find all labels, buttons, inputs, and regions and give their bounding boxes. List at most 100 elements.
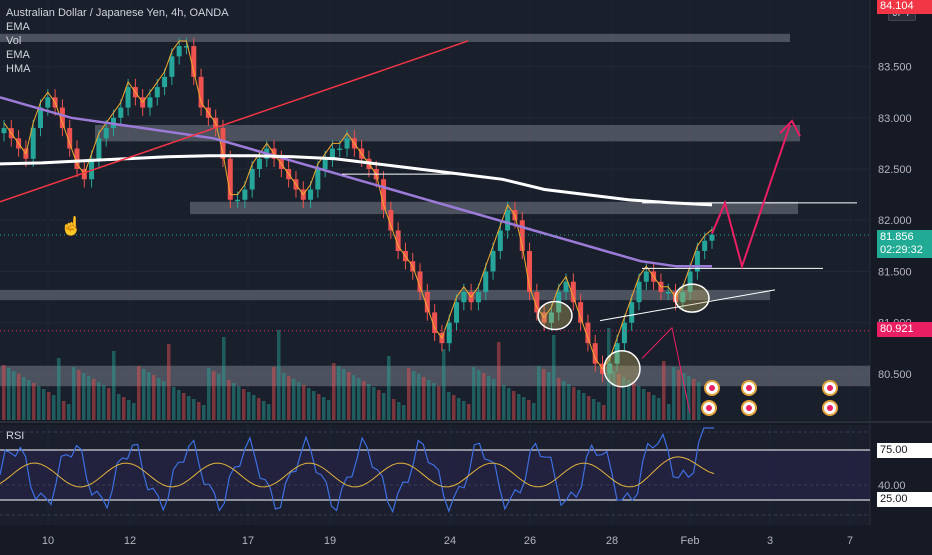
volume-bar	[417, 374, 421, 420]
volume-bar	[152, 375, 156, 420]
volume-bar	[512, 391, 516, 420]
volume-bar	[32, 383, 36, 420]
candle-body	[483, 271, 489, 292]
candle-body	[475, 291, 481, 303]
volume-bar	[672, 367, 676, 420]
candle-body	[96, 138, 102, 159]
rsi-lower-tag: 25.00	[877, 492, 932, 507]
volume-bar	[37, 386, 41, 420]
rsi-band	[0, 450, 870, 500]
volume-bar	[377, 390, 381, 420]
candle-body	[103, 128, 109, 139]
symbol-title[interactable]: Australian Dollar / Japanese Yen, 4h, OA…	[6, 6, 229, 20]
time-tick-label: 3	[767, 535, 773, 547]
candle-body	[337, 148, 343, 151]
volume-bar	[517, 394, 521, 420]
volume-bar	[422, 377, 426, 420]
candle-body	[249, 169, 255, 190]
volume-bar	[267, 404, 271, 420]
volume-bar	[142, 369, 146, 420]
volume-bar	[162, 381, 166, 420]
volume-bar	[87, 376, 91, 420]
volume-bar	[407, 368, 411, 420]
volume-bar	[537, 366, 541, 420]
indicator-ema-2[interactable]: EMA	[6, 48, 229, 62]
volume-bar	[632, 383, 636, 420]
volume-bar	[477, 370, 481, 420]
volume-bar	[262, 401, 266, 420]
volume-bar	[497, 342, 501, 420]
rsi-pane-label[interactable]: RSI	[6, 430, 24, 442]
low-highlight-ellipse	[537, 300, 573, 331]
volume-bar	[342, 369, 346, 420]
volume-bar	[197, 402, 201, 420]
candle-body	[308, 189, 314, 200]
candle-body	[702, 240, 708, 251]
indicator-hma[interactable]: HMA	[6, 62, 229, 76]
candle-body	[709, 234, 715, 241]
price-chart-svg[interactable]: 80.50081.00081.50082.00082.50083.00083.5…	[0, 0, 932, 550]
volume-bar	[657, 398, 661, 420]
economic-event-dot	[827, 385, 833, 391]
volume-bar	[427, 380, 431, 420]
volume-bar	[502, 385, 506, 420]
volume-bar	[177, 390, 181, 420]
volume-bar	[392, 399, 396, 420]
volume-bar	[492, 379, 496, 420]
volume-bar	[42, 389, 46, 420]
volume-bar	[257, 398, 261, 420]
volume-bar	[207, 368, 211, 420]
volume-bar	[447, 392, 451, 420]
volume-bar	[437, 386, 441, 420]
volume-bar	[237, 386, 241, 420]
volume-bar	[232, 383, 236, 420]
economic-event-dot	[746, 385, 752, 391]
volume-bar	[62, 401, 66, 420]
chart-area[interactable]: 80.50081.00081.50082.00082.50083.00083.5…	[0, 0, 932, 550]
volume-bar	[367, 384, 371, 420]
volume-bar	[337, 366, 341, 420]
time-tick-label: 28	[606, 535, 618, 547]
volume-bar	[412, 371, 416, 420]
volume-bar	[667, 404, 671, 420]
candle-body	[497, 230, 503, 251]
volume-bar	[677, 370, 681, 420]
volume-bar	[57, 358, 61, 420]
volume-bar	[542, 369, 546, 420]
candle-body	[125, 87, 131, 108]
volume-bar	[242, 389, 246, 420]
candle-body	[643, 271, 649, 282]
candle-body	[665, 291, 671, 294]
low-highlight-ellipse	[603, 350, 641, 388]
bar-countdown: 02:29:32	[880, 244, 923, 256]
volume-bar	[317, 394, 321, 420]
candle-body	[636, 281, 642, 303]
volume-bar	[97, 382, 101, 420]
volume-bar	[17, 374, 21, 420]
volume-bar	[567, 384, 571, 420]
price-tick-label: 80.500	[878, 369, 912, 381]
volume-bar	[552, 335, 556, 420]
time-tick-label: 10	[42, 535, 54, 547]
candle-body	[242, 189, 248, 200]
sr-zone	[0, 289, 770, 301]
volume-bar	[467, 404, 471, 420]
volume-bar	[77, 370, 81, 420]
volume-bar	[277, 330, 281, 420]
indicator-ema-1[interactable]: EMA	[6, 20, 229, 34]
rsi-tick-label: 40.00	[878, 480, 906, 492]
volume-bar	[557, 378, 561, 420]
volume-bar	[547, 372, 551, 420]
volume-bar	[442, 349, 446, 420]
time-tick-label: 24	[444, 535, 456, 547]
candle-body	[322, 158, 328, 170]
indicator-volume[interactable]: Vol	[6, 34, 229, 48]
volume-bar	[122, 397, 126, 420]
candle-body	[235, 199, 241, 202]
volume-bar	[592, 399, 596, 420]
economic-event-dot	[746, 405, 752, 411]
volume-bar	[332, 363, 336, 420]
candle-body	[454, 302, 460, 323]
volume-bar	[462, 401, 466, 420]
volume-bar	[312, 391, 316, 420]
